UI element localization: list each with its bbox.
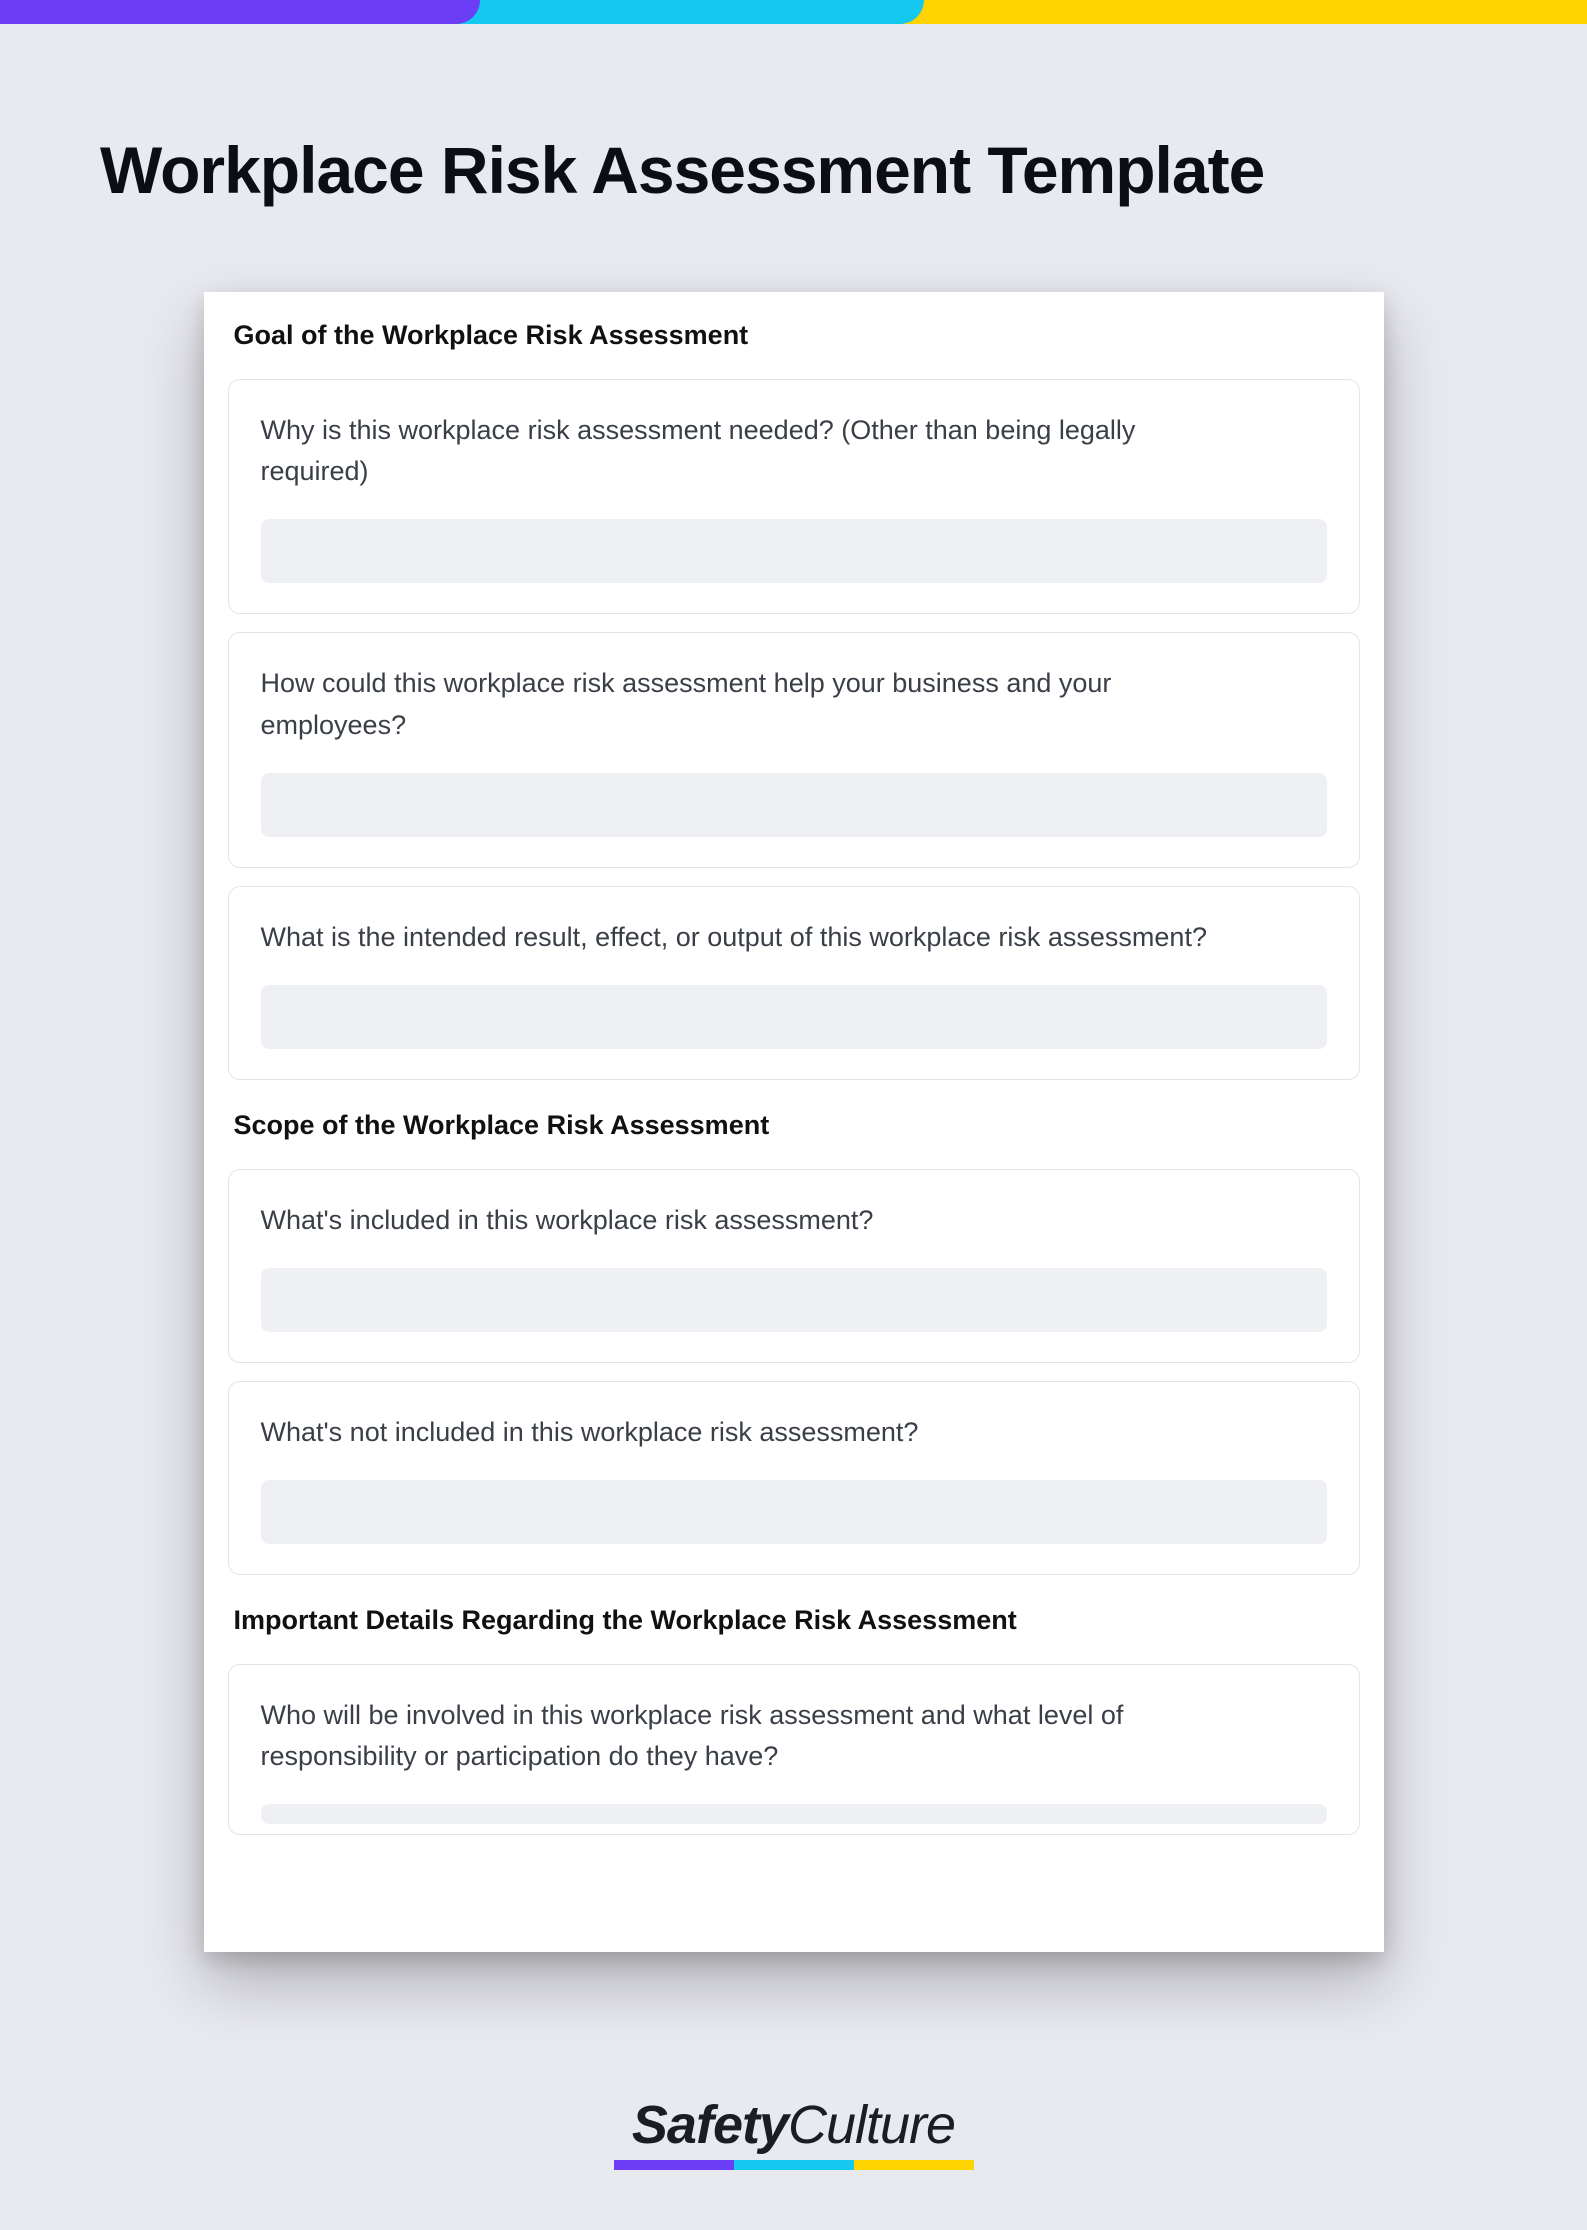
question-block: What's included in this workplace risk a… bbox=[228, 1169, 1360, 1363]
question-label: Who will be involved in this workplace r… bbox=[261, 1695, 1221, 1779]
question-label: What's included in this workplace risk a… bbox=[261, 1200, 1221, 1242]
answer-input[interactable] bbox=[261, 773, 1327, 837]
underline-purple bbox=[614, 2160, 734, 2170]
underline-cyan bbox=[734, 2160, 854, 2170]
footer-brand: SafetyCulture bbox=[0, 2094, 1587, 2170]
question-block: Who will be involved in this workplace r… bbox=[228, 1664, 1360, 1836]
answer-input[interactable] bbox=[261, 985, 1327, 1049]
answer-input[interactable] bbox=[261, 1804, 1327, 1824]
question-label: What's not included in this workplace ri… bbox=[261, 1412, 1221, 1454]
brand-light: Culture bbox=[788, 2095, 955, 2155]
brand-bold: Safety bbox=[632, 2095, 788, 2155]
question-block: How could this workplace risk assessment… bbox=[228, 632, 1360, 868]
top-accent-bar bbox=[0, 0, 1587, 24]
answer-input[interactable] bbox=[261, 1268, 1327, 1332]
accent-purple bbox=[0, 0, 480, 24]
question-label: How could this workplace risk assessment… bbox=[261, 663, 1221, 747]
section-heading-goal: Goal of the Workplace Risk Assessment bbox=[234, 320, 1354, 351]
answer-input[interactable] bbox=[261, 519, 1327, 583]
underline-yellow bbox=[854, 2160, 974, 2170]
brand-underline bbox=[614, 2160, 974, 2170]
question-block: What's not included in this workplace ri… bbox=[228, 1381, 1360, 1575]
question-label: Why is this workplace risk assessment ne… bbox=[261, 410, 1221, 494]
brand-logo-text: SafetyCulture bbox=[632, 2094, 955, 2156]
section-heading-details: Important Details Regarding the Workplac… bbox=[234, 1605, 1354, 1636]
question-block: Why is this workplace risk assessment ne… bbox=[228, 379, 1360, 615]
form-card: Goal of the Workplace Risk Assessment Wh… bbox=[204, 292, 1384, 1952]
section-heading-scope: Scope of the Workplace Risk Assessment bbox=[234, 1110, 1354, 1141]
page-title: Workplace Risk Assessment Template bbox=[100, 134, 1487, 207]
question-label: What is the intended result, effect, or … bbox=[261, 917, 1221, 959]
answer-input[interactable] bbox=[261, 1480, 1327, 1544]
question-block: What is the intended result, effect, or … bbox=[228, 886, 1360, 1080]
